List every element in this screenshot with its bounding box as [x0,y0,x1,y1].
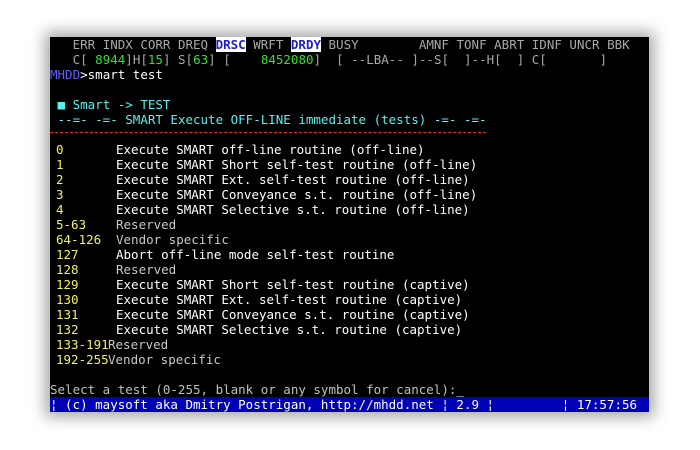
test-code: 127 [56,247,79,262]
test-desc: Execute SMART Conveyance s.t. routine (c… [116,307,470,322]
flag-uncr: UNCR [569,37,600,52]
footer-copyright: ¦ (c) maysoft aka Dmitry Postrigan, http… [50,397,449,412]
lba-value: 8452080 [260,52,314,67]
prompt-program: MHDD [50,67,81,82]
test-code: 2 [56,172,64,187]
flag-drsc: DRSC [215,37,246,52]
test-code: 0 [56,142,64,157]
test-select-prompt-text: Select a test (0-255, blank or any symbo… [50,382,457,397]
flag-wrft: WRFT [253,37,284,52]
flag-idnf: IDNF [531,37,562,52]
flag-dreq: DREQ [177,37,209,52]
footer-version: 2.9 [456,397,479,412]
test-code: 192-255 [56,352,109,367]
menu-title: ■ Smart -> TEST [50,97,171,112]
test-code: 129 [56,277,79,292]
flag-tonf: TONF [456,37,487,52]
test-desc: Execute SMART Short self-test routine (c… [116,277,470,292]
test-desc: Abort off-line mode self-test routine [116,247,395,262]
test-desc: Execute SMART Ext. self-test routine (of… [116,172,470,187]
flag-amnf: AMNF [418,37,449,52]
test-desc: Vendor specific [116,232,229,247]
test-code: 131 [56,307,79,322]
counter-bar: C[ 8944]H[15] S[63] [ 8452080] [ --LBA--… [72,52,608,67]
footer-sep: ¦ [486,397,495,412]
flag-drdy: DRDY [290,37,321,52]
flag-err: ERR [72,37,96,52]
test-desc: Vendor specific [108,352,221,367]
test-desc: Execute SMART Short self-test routine (o… [116,157,478,172]
sector-label: S[ [178,52,194,67]
menu-subtitle: --=- -=- SMART Execute OFF-LINE immediat… [50,112,487,127]
test-code: 64-126 [56,232,102,247]
test-desc: Execute SMART off-line routine (off-line… [116,142,425,157]
cylinder-value: 8944 [95,52,126,67]
sector-value: 63 [193,52,209,67]
footer-bar: ¦ (c) maysoft aka Dmitry Postrigan, http… [50,397,649,412]
test-desc: Execute SMART Selective s.t. routine (of… [116,202,470,217]
head-value: 15 [147,52,163,67]
test-code: 5-63 [56,217,87,232]
test-code: 130 [56,292,79,307]
counter-tail: [ --LBA-- ]--S[ ]--H[ ] C[ ] [336,52,608,67]
test-desc: Reserved [116,217,177,232]
test-code: 3 [56,187,64,202]
menu-subtitle-text: --=- -=- SMART Execute OFF-LINE immediat… [57,112,487,127]
prompt-arrow: > [80,67,88,82]
lba-open: [ [223,52,231,67]
flag-bbk: BBK [607,37,630,52]
test-desc: Execute SMART Selective s.t. routine (ca… [116,322,463,337]
test-code: 128 [56,262,79,277]
test-select-prompt[interactable]: Select a test (0-255, blank or any symbo… [50,382,464,397]
head-label: H[ [132,52,148,67]
input-cursor: _ [456,382,464,397]
test-desc: Execute SMART Conveyance s.t. routine (o… [116,187,478,202]
test-code: 133-191 [56,337,109,352]
test-desc: Reserved [108,337,169,352]
menu-bullet-icon: ■ [57,97,66,112]
flag-busy: BUSY [328,37,359,52]
menu-title-text: Smart -> TEST [72,97,171,112]
test-desc: Execute SMART Ext. self-test routine (ca… [116,292,463,307]
cylinder-label: C[ [72,52,88,67]
flag-corr: CORR [140,37,171,52]
test-desc: Reserved [116,262,177,277]
prompt-command[interactable]: smart test [88,67,163,82]
flag-abrt: ABRT [494,37,525,52]
status-register-bar: ERR INDX CORR DREQ DRSC WRFT DRDY BUSY A… [50,37,630,52]
test-code: 4 [56,202,64,217]
test-code: 1 [56,157,64,172]
flag-indx: INDX [102,37,133,52]
separator-top [50,132,486,133]
footer-clock: ¦ 17:57:56 [561,397,638,412]
command-prompt: MHDD>smart test [50,67,163,82]
test-code: 132 [56,322,79,337]
terminal-screen: ERR INDX CORR DREQ DRSC WRFT DRDY BUSY A… [50,37,649,412]
